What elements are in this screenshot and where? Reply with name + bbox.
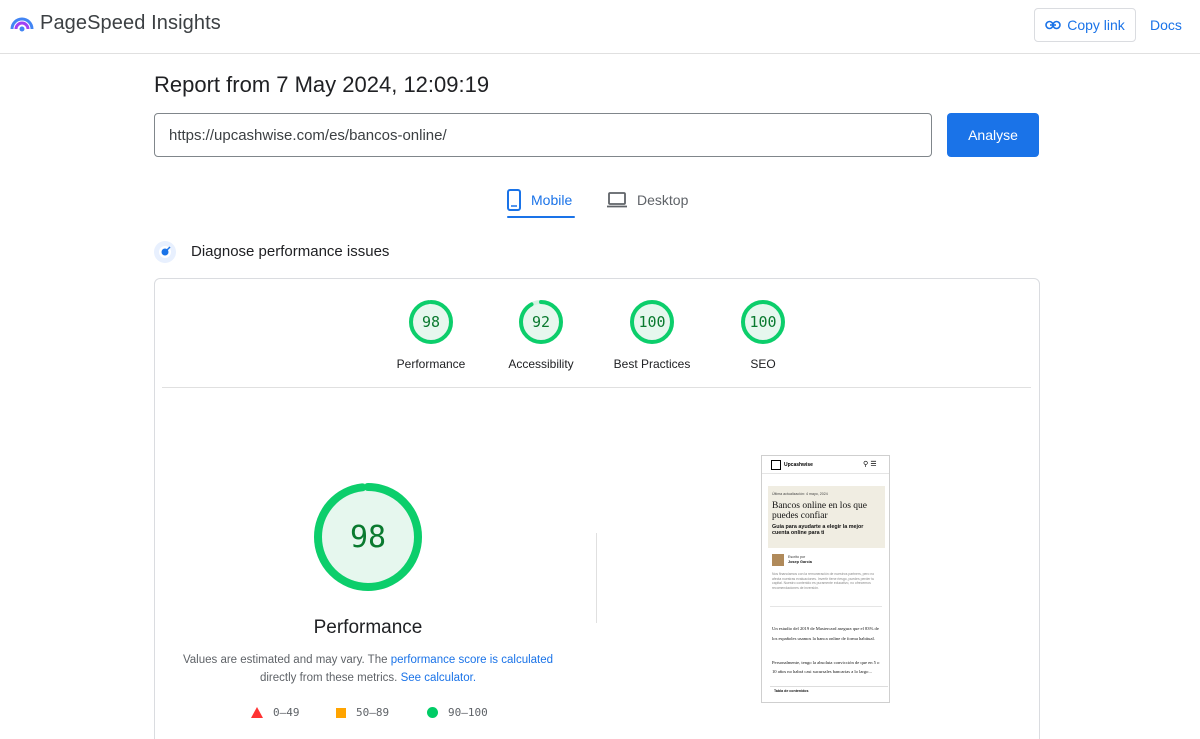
square-icon — [336, 707, 346, 718]
thumb-author-label: Escrito por — [788, 555, 806, 559]
page-screenshot-thumbnail: Upcashwise ⚲ ☰ Última actualización: 4 m… — [761, 455, 890, 703]
score-label: SEO — [750, 357, 776, 371]
thumb-subhead: Guía para ayudarte a elegir la mejor cue… — [772, 524, 864, 537]
top-bar: PageSpeed Insights Copy link Docs — [0, 0, 1200, 54]
performance-title: Performance — [313, 617, 423, 638]
thumb-toc: Tabla de contenidos — [770, 686, 888, 696]
performance-score-large: 98 — [349, 519, 387, 555]
mobile-icon — [507, 189, 521, 211]
diagnose-icon — [154, 241, 176, 263]
score-calculated-link[interactable]: performance score is calculated — [391, 654, 553, 666]
card-divider — [162, 387, 1031, 388]
legend-fail: 0–49 — [251, 706, 300, 719]
pagespeed-logo-icon[interactable] — [10, 13, 34, 35]
see-calculator-link[interactable]: See calculator. — [401, 672, 476, 684]
copy-link-button[interactable]: Copy link — [1034, 8, 1136, 42]
active-tab-indicator — [507, 216, 575, 218]
circle-icon — [427, 707, 438, 718]
desktop-icon — [607, 192, 627, 208]
score-value: 100 — [638, 313, 666, 331]
thumb-search-menu-icon: ⚲ ☰ — [863, 460, 877, 468]
thumb-author: Josep Garcia — [788, 560, 812, 564]
docs-link[interactable]: Docs — [1150, 17, 1182, 33]
score-label: Accessibility — [508, 357, 574, 371]
score-value: 92 — [531, 313, 551, 331]
thumb-logo-icon — [771, 460, 781, 470]
thumb-divider — [770, 606, 882, 607]
thumb-headline: Bancos online en los que puedes confiar — [772, 501, 867, 521]
performance-note: Values are estimated and may vary. The p… — [182, 654, 554, 684]
score-label: Performance — [396, 357, 466, 371]
diagnose-title: Diagnose performance issues — [191, 243, 390, 260]
thumb-paragraph-1: Un estudio del 2019 de Mastercard asegur… — [772, 626, 879, 641]
thumb-logo-text: Upcashwise — [784, 462, 813, 468]
report-title: Report from 7 May 2024, 12:09:19 — [154, 72, 490, 97]
thumb-hero: Última actualización: 4 mayo, 2024 Banco… — [768, 486, 885, 548]
thumb-header: Upcashwise ⚲ ☰ — [762, 456, 889, 474]
link-icon — [1045, 20, 1062, 30]
thumb-date: Última actualización: 4 mayo, 2024 — [772, 492, 828, 496]
legend-pass: 90–100 — [427, 706, 488, 719]
legend-average: 50–89 — [336, 706, 389, 719]
tab-desktop[interactable]: Desktop — [607, 182, 688, 218]
score-value: 100 — [749, 313, 777, 331]
score-label: Best Practices — [613, 357, 691, 371]
thumb-paragraph-2: Personalmente, tengo la absoluta convicc… — [772, 660, 880, 674]
triangle-icon — [251, 707, 263, 718]
tab-desktop-label: Desktop — [637, 192, 689, 208]
thumb-disclaimer: Nos financiamos con la remuneración de n… — [772, 572, 875, 590]
tab-mobile-label: Mobile — [531, 192, 573, 208]
vertical-divider — [596, 533, 597, 623]
brand-title[interactable]: PageSpeed Insights — [40, 12, 221, 35]
analyse-button[interactable]: Analyse — [947, 113, 1039, 157]
tab-mobile[interactable]: Mobile — [507, 182, 572, 218]
copy-link-label: Copy link — [1067, 17, 1125, 33]
thumb-avatar — [772, 554, 784, 566]
score-value: 98 — [421, 313, 441, 331]
url-input[interactable] — [154, 113, 932, 157]
